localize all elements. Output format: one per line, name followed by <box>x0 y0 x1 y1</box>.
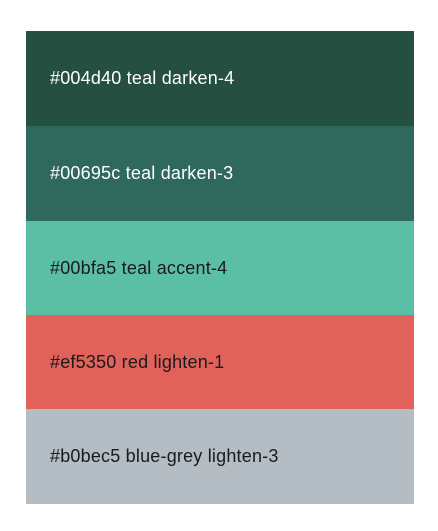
swatch-red-lighten-1: #ef5350 red lighten-1 <box>26 315 414 409</box>
swatch-label: #ef5350 red lighten-1 <box>50 351 225 372</box>
swatch-label: #00bfa5 teal accent-4 <box>50 257 228 278</box>
swatch-label: #b0bec5 blue-grey lighten-3 <box>50 446 279 466</box>
swatch-label: #00695c teal darken-3 <box>50 163 234 183</box>
swatch-teal-darken-4: #004d40 teal darken-4 <box>26 31 414 126</box>
swatch-teal-darken-3: #00695c teal darken-3 <box>26 126 414 221</box>
swatch-blue-grey-lighten-3: #b0bec5 blue-grey lighten-3 <box>26 409 414 504</box>
swatch-label: #004d40 teal darken-4 <box>50 68 235 88</box>
swatch-teal-accent-4: #00bfa5 teal accent-4 <box>26 221 414 315</box>
color-palette: #004d40 teal darken-4 #00695c teal darke… <box>26 31 414 504</box>
